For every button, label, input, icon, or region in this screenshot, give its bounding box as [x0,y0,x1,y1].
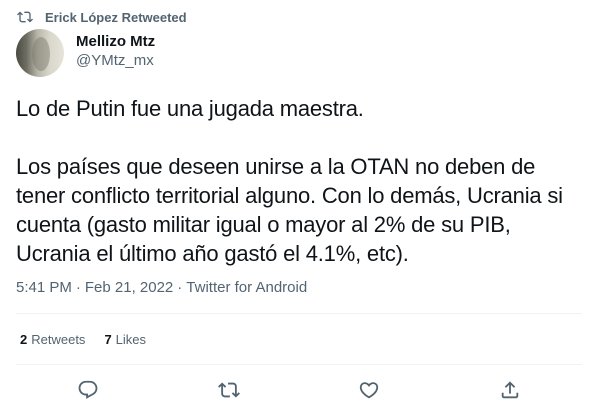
tweet-text: Lo de Putin fue una jugada maestra. Los … [16,94,582,268]
reply-button[interactable] [76,378,100,402]
tweet-meta: 5:41 PM · Feb 21, 2022 · Twitter for Android [16,278,307,298]
author-display-name[interactable]: Mellizo Mtz [76,33,155,51]
tweet-stats: 2 Retweets 7 Likes [20,331,165,349]
meta-separator: · [177,279,183,296]
tweet-paragraph: Lo de Putin fue una jugada maestra. [16,96,364,121]
likes-stat[interactable]: 7 Likes [104,331,146,349]
tweet-paragraph: Los países que deseen unirse a la OTAN n… [16,154,563,266]
share-icon [499,379,521,401]
retweeted-header[interactable]: Erick López Retweeted [17,8,187,26]
tweet-actions [0,378,598,402]
tweet-time[interactable]: 5:41 PM [16,279,72,296]
author-block: Mellizo Mtz @YMtz_mx [76,33,155,71]
retweet-icon [17,9,33,25]
share-button[interactable] [498,378,522,402]
divider [16,364,582,365]
retweets-stat[interactable]: 2 Retweets [20,331,85,349]
reply-icon [77,379,99,401]
author-handle[interactable]: @YMtz_mx [76,51,155,71]
retweets-count: 2 [20,332,28,347]
avatar-image [32,37,50,71]
divider [16,313,582,314]
retweet-button[interactable] [217,378,241,402]
retweet-icon [218,379,240,401]
tweet-source[interactable]: Twitter for Android [186,279,307,296]
meta-separator: · [75,279,81,296]
retweeted-by-text: Erick López Retweeted [45,9,187,25]
like-button[interactable] [357,378,381,402]
retweets-label: Retweets [31,332,86,347]
heart-icon [358,379,380,401]
likes-count: 7 [104,332,112,347]
avatar[interactable] [16,29,64,77]
tweet-card: Erick López Retweeted Mellizo Mtz @YMtz_… [0,0,598,413]
likes-label: Likes [115,332,147,347]
tweet-date[interactable]: Feb 21, 2022 [85,279,173,296]
